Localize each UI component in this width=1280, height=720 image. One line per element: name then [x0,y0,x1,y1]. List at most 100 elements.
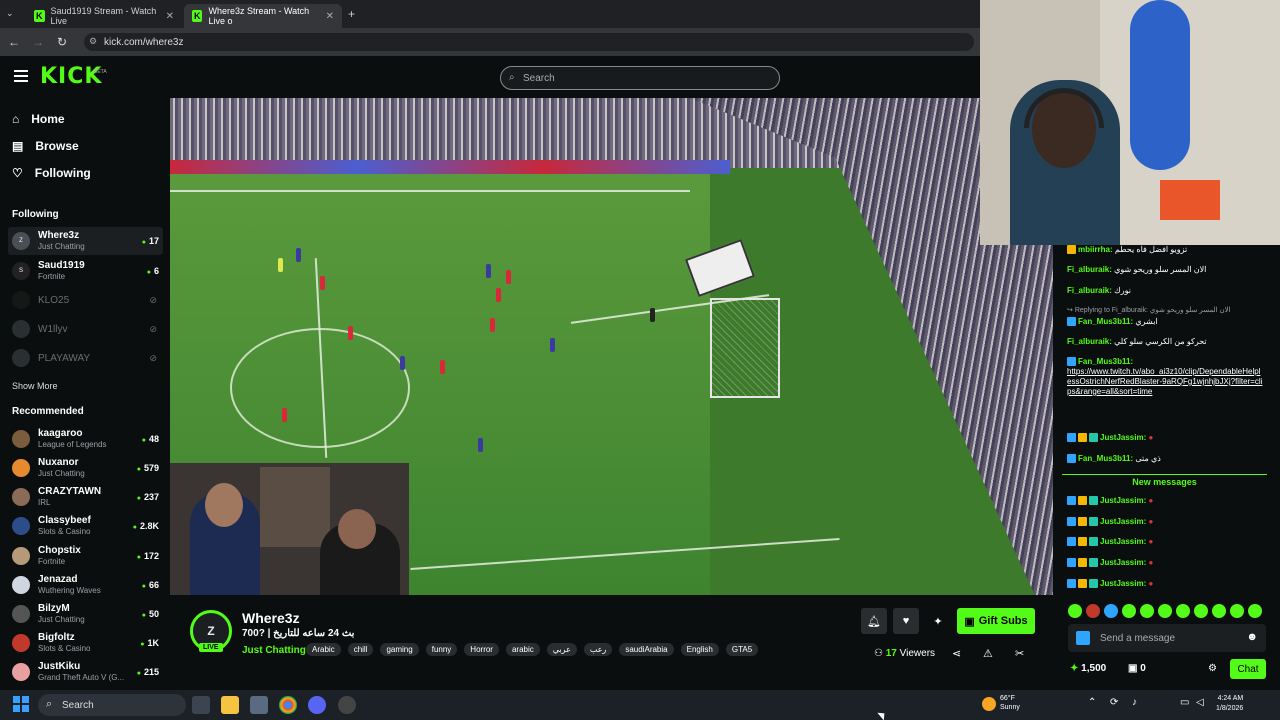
following-channel-offline[interactable]: W1llyv ⊘ [8,315,163,343]
weather-widget[interactable]: 66°F Sunny [1000,694,1020,712]
tag[interactable]: gaming [380,643,419,656]
tag[interactable]: arabic [505,643,540,656]
share-icon[interactable]: ⋖ [952,647,961,660]
back-icon[interactable]: ← [2,35,26,49]
recommended-channel[interactable]: ChopstixFortnite 172 [8,542,163,570]
chat-username[interactable]: JustJassim: [1100,537,1146,546]
tab-list-chevron-icon[interactable]: ⌄ [6,8,14,19]
recommended-channel[interactable]: CRAZYTAWNIRL 237 [8,483,163,511]
menu-icon[interactable] [14,70,28,82]
network-icon[interactable]: ▭ [1180,697,1189,708]
tag[interactable]: رعب [583,643,613,656]
search-input[interactable]: ⌕ Search [500,66,780,90]
nav-home[interactable]: ⌂ Home [12,112,65,126]
emote-icon[interactable] [1230,604,1244,618]
chat-username[interactable]: Fi_alburaik: [1067,337,1112,346]
emote-icon[interactable] [1176,604,1190,618]
new-tab-button[interactable]: + [348,7,355,21]
chat-link[interactable]: https://www.twitch.tv/abo_ai3z10/clip/De… [1067,367,1262,396]
store-icon[interactable] [250,696,268,714]
close-tab-icon[interactable]: ✕ [166,11,174,22]
sparkle-icon[interactable]: ✦ [925,608,951,634]
chat-username[interactable]: Fi_alburaik: [1067,265,1112,274]
tag[interactable]: funny [425,643,458,656]
recommended-channel[interactable]: BigfoltzSlots & Casino 1K [8,629,163,657]
emote-icon[interactable] [1212,604,1226,618]
channel-name[interactable]: Where3z [242,610,300,626]
url-field[interactable]: ⚙ kick.com/where3z [84,33,974,51]
report-icon[interactable]: ⚠ [983,647,993,660]
tag[interactable]: Arabic [306,643,341,656]
notification-bell-icon[interactable]: 🔔︎ [861,608,887,634]
file-explorer-icon[interactable] [221,696,239,714]
recommended-channel[interactable]: JenazadWuthering Waves 66 [8,571,163,599]
close-tab-icon[interactable]: ✕ [326,11,334,22]
site-info-icon[interactable]: ⚙ [89,36,97,47]
stream-category[interactable]: Just Chatting [242,645,306,656]
recommended-channel[interactable]: ClassybeefSlots & Casino 2.8K [8,512,163,540]
chat-username[interactable]: JustJassim: [1100,496,1146,505]
task-view-icon[interactable] [192,696,210,714]
browser-tab-saud1919[interactable]: K Saud1919 Stream - Watch Live ✕ [26,4,182,28]
following-channel[interactable]: S Saud1919Fortnite 6 [8,257,163,285]
taskbar-search[interactable]: ⌕ Search [38,694,186,716]
following-channel-offline[interactable]: PLAYAWAY ⊘ [8,344,163,372]
emote-icon[interactable] [1122,604,1136,618]
recommended-channel[interactable]: JustKikuGrand Theft Auto V (G... 215 [8,658,163,686]
follow-heart-icon[interactable]: ♥ [893,608,919,634]
chat-username[interactable]: Fan_Mus3b11: [1078,454,1133,463]
chat-username[interactable]: JustJassim: [1100,558,1146,567]
gift-subs-button[interactable]: ▣ Gift Subs [957,608,1035,634]
chat-username[interactable]: mbiirrha: [1078,245,1113,254]
tray-chevron-icon[interactable]: ⌃ [1088,697,1096,708]
emoji-icon[interactable]: ☻ [1246,631,1258,643]
forward-icon[interactable]: → [26,35,50,49]
clip-icon[interactable]: ✂ [1015,647,1024,660]
emote-icon[interactable] [1158,604,1172,618]
chat-username[interactable]: JustJassim: [1100,579,1146,588]
chat-username[interactable]: JustJassim: [1100,517,1146,526]
volume-icon[interactable]: ◁ [1196,697,1204,708]
chat-username[interactable]: JustJassim: [1100,433,1146,442]
recommended-channel[interactable]: kaagarooLeague of Legends 48 [8,425,163,453]
tray-sync-icon[interactable]: ⟳ [1110,697,1118,708]
show-more-link[interactable]: Show More [12,381,58,391]
chat-settings-icon[interactable]: ⚙ [1208,663,1217,674]
app-icon[interactable] [338,696,356,714]
emote-icon[interactable] [1248,604,1262,618]
weather-sun-icon[interactable] [982,697,996,711]
system-clock[interactable]: 4:24 AM 1/8/2026 [1216,694,1243,714]
emote-icon[interactable] [1194,604,1208,618]
discord-icon[interactable] [308,696,326,714]
recommended-channel[interactable]: BilzyMJust Chatting 50 [8,600,163,628]
tag[interactable]: Horror [464,643,499,656]
emote-icon[interactable] [1140,604,1154,618]
tag[interactable]: saudiArabia [619,643,674,656]
tag[interactable]: chill [347,643,374,656]
tag[interactable]: English [680,643,719,656]
chat-username[interactable]: Fi_alburaik: [1067,286,1112,295]
nav-following[interactable]: ♡ Following [12,166,91,180]
chat-send-button[interactable]: Chat [1230,659,1266,679]
following-channel-offline[interactable]: KLO25 ⊘ [8,286,163,314]
channel-points[interactable]: ✦ 1,500 [1070,663,1106,674]
nav-browse[interactable]: ▤ Browse [12,139,79,153]
windows-start-icon[interactable] [13,696,29,712]
emote-icon[interactable] [1086,604,1100,618]
tag[interactable]: عربي [546,643,577,656]
reply-context[interactable]: ↪ Replying to Fi_alburaik: الان المسر سل… [1067,306,1231,316]
following-channel[interactable]: Z Where3zJust Chatting 17 [8,227,163,255]
tag[interactable]: GTA5 [725,643,759,656]
emote-icon[interactable] [1068,604,1082,618]
emote-icon[interactable] [1104,604,1118,618]
recommended-channel[interactable]: NuxanorJust Chatting 579 [8,454,163,482]
browser-tab-where3z[interactable]: K Where3z Stream - Watch Live o ✕ [184,4,342,28]
chat-username[interactable]: Fan_Mus3b11: [1078,357,1133,366]
reload-icon[interactable]: ↻ [50,35,74,49]
chrome-icon[interactable] [279,696,297,714]
chat-input[interactable]: Send a message ☻ [1068,624,1266,652]
chat-username[interactable]: Fan_Mus3b11: [1078,317,1133,326]
gift-counter[interactable]: ▣ 0 [1128,663,1146,674]
microphone-icon[interactable]: ♪ [1132,697,1137,708]
kick-logo[interactable]: KICK [40,64,102,89]
